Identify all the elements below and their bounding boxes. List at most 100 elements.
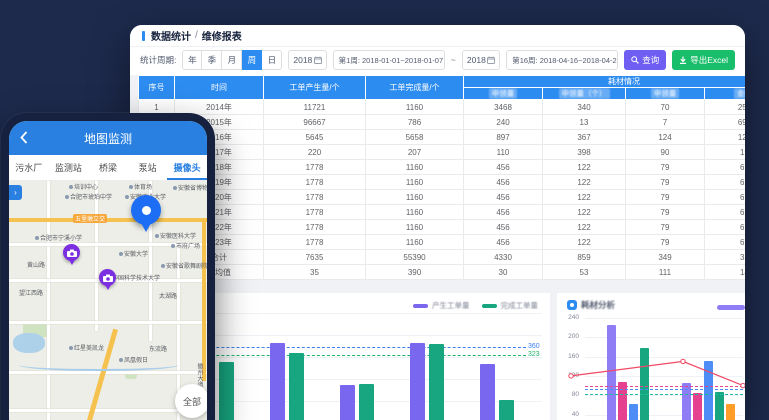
query-button[interactable]: 查询 [624, 50, 666, 70]
table-cell: 96667 [264, 115, 366, 130]
map-label: 安徽医科大学 [155, 231, 196, 240]
table-cell: 35 [264, 265, 366, 280]
table-row: 92022年177811604561227967 [139, 220, 746, 235]
period-option-月[interactable]: 月 [222, 50, 242, 70]
table-cell: 79 [626, 190, 705, 205]
table-cell: 79 [626, 220, 705, 235]
work-order-bar [429, 344, 444, 420]
table-cell: 129 [705, 130, 746, 145]
table-row: 82021年177811604561227967 [139, 205, 746, 220]
table-cell: 67 [705, 190, 746, 205]
period-option-日[interactable]: 日 [262, 50, 282, 70]
selected-location-pin[interactable] [131, 195, 161, 225]
work-order-bar [359, 384, 374, 420]
table-cell: 250 [705, 100, 746, 115]
end-year-value: 2018 [467, 55, 486, 65]
reference-line-label: 323 [528, 351, 540, 358]
back-icon[interactable] [20, 131, 28, 144]
column-header: 工单完成量/个 [366, 76, 464, 100]
table-cell: 398 [543, 145, 626, 160]
table-cell: 79 [626, 205, 705, 220]
map-label: 安徽大学 [119, 249, 148, 258]
camera-marker[interactable] [63, 244, 80, 261]
map-canvas[interactable]: 培训中心合肥市琥珀中学体育场安徽农业大学安徽省博物馆五里墩立交合肥市宁溪小学安徽… [9, 181, 207, 420]
column-group-header: 耗材情况 [464, 76, 746, 88]
table-cell: 122 [543, 160, 626, 175]
report-table-body: 12014年11721116034683407025022015年9666778… [139, 100, 746, 280]
map-label: 红星美凯龙 [69, 343, 104, 352]
table-cell: 111 [626, 265, 705, 280]
range-separator: ~ [451, 55, 456, 65]
table-cell: 19 [705, 145, 746, 160]
end-year-select[interactable]: 2018 [462, 50, 500, 70]
table-cell: 220 [264, 145, 366, 160]
map-label: 合肥市琥珀中学 [65, 192, 112, 201]
tab-摄像头[interactable]: 摄像头 [167, 155, 207, 180]
period-option-季[interactable]: 季 [202, 50, 222, 70]
table-cell: 240 [464, 115, 543, 130]
work-order-bar [270, 343, 285, 420]
calendar-icon [314, 56, 322, 64]
table-cell: 456 [464, 220, 543, 235]
table-cell: 1160 [366, 205, 464, 220]
tab-污水厂[interactable]: 污水厂 [9, 155, 49, 180]
table-cell: 1778 [264, 160, 366, 175]
breadcrumb-section[interactable]: 数据统计 [151, 28, 191, 43]
period-option-年[interactable]: 年 [182, 50, 202, 70]
table-cell: 14 [705, 265, 746, 280]
table-cell: 7 [626, 115, 705, 130]
show-all-button[interactable]: 全部 [175, 384, 207, 418]
period-option-周[interactable]: 周 [242, 50, 262, 70]
table-cell: 897 [464, 130, 543, 145]
table-cell: 67 [705, 220, 746, 235]
column-subheader: 申领量（个） [543, 88, 626, 100]
table-cell: 122 [543, 235, 626, 250]
tab-监测站[interactable]: 监测站 [49, 155, 89, 180]
table-cell: 390 [366, 265, 464, 280]
expand-icon[interactable]: › [9, 185, 22, 200]
consumables-chart-plot: 2402001601208040 [557, 293, 745, 420]
map-label: 市府广场 [171, 241, 200, 250]
map-label: 徽州大道 [195, 363, 204, 387]
table-cell: 13 [543, 115, 626, 130]
camera-icon [67, 249, 77, 257]
work-order-bar [219, 362, 234, 420]
table-cell: 7635 [264, 250, 366, 265]
table-cell: 110 [464, 145, 543, 160]
poi-icon [69, 346, 73, 350]
tab-桥梁[interactable]: 桥梁 [88, 155, 128, 180]
tab-泵站[interactable]: 泵站 [128, 155, 168, 180]
table-cell: 786 [366, 115, 464, 130]
breadcrumb: 数据统计 / 维修报表 [130, 25, 745, 47]
filter-bar: 统计周期: 年季月周日 2018 第1周: 2018-01-01~2018-01… [130, 47, 745, 75]
table-cell: 124 [626, 130, 705, 145]
phone-header: 地图监测 [9, 121, 207, 155]
breadcrumb-separator: / [195, 30, 198, 41]
table-cell: 367 [543, 130, 626, 145]
work-order-bar [410, 343, 425, 420]
period-label: 统计周期: [140, 54, 176, 66]
table-row: 52018年177811604561227967 [139, 160, 746, 175]
start-year-select[interactable]: 2018 [288, 50, 326, 70]
table-row: 22015年96667786240137690 [139, 115, 746, 130]
end-week-input[interactable]: 第16周: 2018-04-16~2018-04-22 [506, 50, 618, 70]
table-cell: 859 [543, 250, 626, 265]
map-label: 东流路 [149, 344, 167, 353]
map-label: 五里墩立交 [73, 214, 107, 223]
report-table-head: 序号时间工单产生量/个工单完成量/个耗材情况申领量申领量（个）申领量金额 [139, 76, 746, 100]
export-excel-button[interactable]: 导出Excel [672, 50, 735, 70]
table-cell: 79 [626, 235, 705, 250]
table-cell: 55390 [366, 250, 464, 265]
table-cell: 349 [626, 250, 705, 265]
map-label: 黄山路 [27, 260, 45, 269]
report-table: 序号时间工单产生量/个工单完成量/个耗材情况申领量申领量（个）申领量金额 120… [138, 75, 745, 280]
map-label: 凤凰假日 [119, 355, 148, 364]
table-cell: 456 [464, 175, 543, 190]
table-cell: 122 [543, 175, 626, 190]
camera-marker[interactable] [99, 269, 116, 286]
total-row: 合计763555390433085934933 [139, 250, 746, 265]
column-subheader: 金额 [705, 88, 746, 100]
start-week-input[interactable]: 第1周: 2018-01-01~2018-01-07 [333, 50, 445, 70]
table-cell: 122 [543, 205, 626, 220]
table-cell: 67 [705, 235, 746, 250]
